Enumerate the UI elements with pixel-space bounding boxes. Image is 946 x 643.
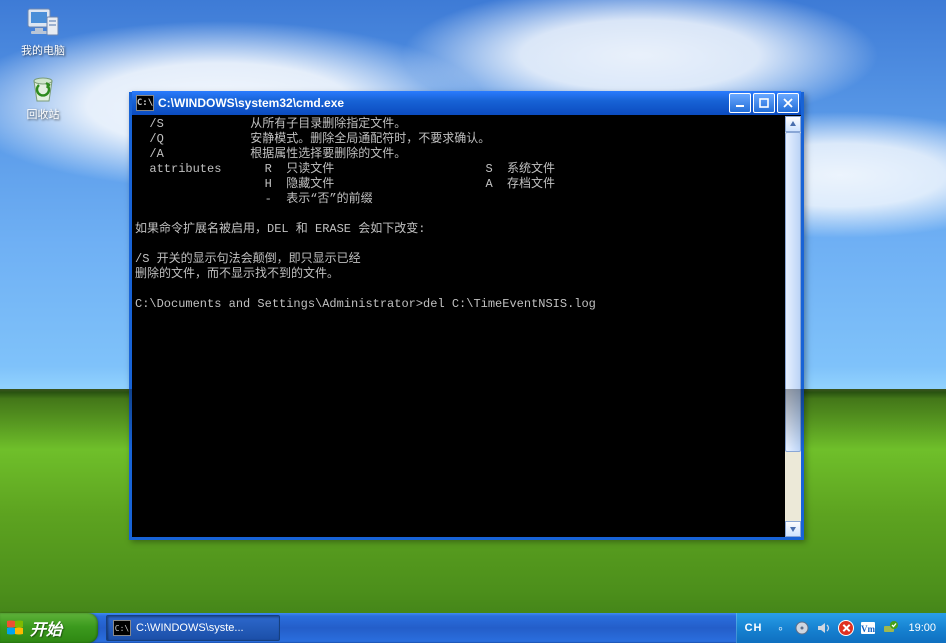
desktop-icon-label: 我的电脑 [6,45,80,58]
tray-sound-icon[interactable] [816,620,832,636]
desktop-icon-label: 回收站 [6,109,80,122]
tray-disk-icon[interactable] [794,620,810,636]
my-computer-icon [25,6,61,42]
tray-separator-icon[interactable]: ◦ [772,620,788,636]
cmd-icon: C:\ [136,95,154,111]
svg-text:Vm: Vm [861,624,875,634]
tray-safe-remove-icon[interactable] [882,620,898,636]
tray-shield-icon[interactable] [838,620,854,636]
console-output[interactable]: /S 从所有子目录删除指定文件。 /Q 安静模式。删除全局通配符时，不要求确认。… [132,116,785,537]
scroll-thumb[interactable] [785,132,801,452]
taskbar[interactable]: 开始 C:\ C:\WINDOWS\syste... CH ◦ Vm [0,613,946,643]
windows-flag-icon [6,619,24,637]
tray-vm-icon[interactable]: Vm [860,620,876,636]
desktop-icon-recycle-bin[interactable]: 回收站 [6,70,80,122]
language-indicator[interactable]: CH [745,622,763,634]
desktop-icon-my-computer[interactable]: 我的电脑 [6,6,80,58]
task-buttons-area: C:\ C:\WINDOWS\syste... [98,613,736,643]
console-prompt: C:\Documents and Settings\Administrator> [135,297,423,311]
cmd-icon: C:\ [113,620,131,636]
task-button-cmd[interactable]: C:\ C:\WINDOWS\syste... [106,615,280,641]
titlebar[interactable]: C:\ C:\WINDOWS\system32\cmd.exe [132,91,801,115]
scroll-up-button[interactable] [785,116,801,132]
vertical-scrollbar[interactable] [785,116,801,537]
cmd-window[interactable]: C:\ C:\WINDOWS\system32\cmd.exe /S 从所有子目… [129,92,804,540]
close-button[interactable] [777,93,799,113]
minimize-button[interactable] [729,93,751,113]
scroll-track[interactable] [785,132,801,521]
start-label: 开始 [30,616,62,640]
system-tray[interactable]: CH ◦ Vm 19:00 [736,613,946,643]
scroll-down-button[interactable] [785,521,801,537]
task-button-label: C:\WINDOWS\syste... [136,622,244,634]
start-button[interactable]: 开始 [0,613,98,643]
console-command: del C:\TimeEventNSIS.log [423,297,596,311]
window-title: C:\WINDOWS\system32\cmd.exe [158,96,727,110]
recycle-bin-icon [25,70,61,106]
maximize-button[interactable] [753,93,775,113]
tray-clock[interactable]: 19:00 [908,622,936,634]
desktop[interactable]: 我的电脑 回收站 C:\ C:\WINDOWS\system32\cmd.exe [0,0,946,643]
